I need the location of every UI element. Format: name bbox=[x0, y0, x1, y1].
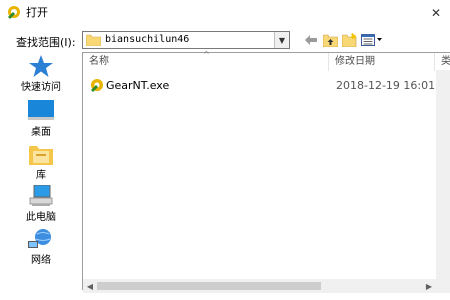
look-in-combobox[interactable]: biansuchilun46 ▼ bbox=[82, 31, 290, 49]
star-icon bbox=[29, 55, 53, 77]
scroll-right-icon[interactable]: ▶ bbox=[422, 279, 436, 293]
file-name: GearNT.exe bbox=[106, 79, 170, 92]
desktop-icon bbox=[28, 100, 54, 120]
scroll-thumb[interactable] bbox=[97, 282, 321, 290]
network-icon bbox=[28, 229, 51, 248]
place-network[interactable]: 网络 bbox=[8, 228, 74, 270]
horizontal-scrollbar[interactable]: ◀ ▶ bbox=[83, 279, 436, 293]
library-icon bbox=[29, 146, 53, 165]
folder-icon bbox=[86, 34, 101, 46]
file-row[interactable]: GearNT.exe 2018-12-19 16:01 bbox=[84, 77, 450, 94]
scroll-corner bbox=[436, 279, 450, 293]
computer-icon bbox=[29, 185, 53, 206]
back-button[interactable] bbox=[304, 31, 318, 49]
up-folder-button[interactable] bbox=[322, 31, 338, 49]
place-label: 快速访问 bbox=[21, 82, 61, 93]
vertical-scrollbar[interactable] bbox=[436, 70, 450, 288]
place-this-pc[interactable]: 此电脑 bbox=[8, 185, 74, 227]
places-bar: 快速访问 桌面 库 此电脑 网络 bbox=[8, 55, 74, 291]
chevron-down-icon[interactable]: ▼ bbox=[274, 32, 289, 48]
back-arrow-icon bbox=[305, 35, 317, 45]
place-label: 桌面 bbox=[31, 127, 51, 138]
view-menu-button[interactable] bbox=[360, 31, 384, 49]
scroll-left-icon[interactable]: ◀ bbox=[83, 279, 97, 293]
file-date: 2018-12-19 16:01 bbox=[336, 79, 436, 92]
column-header-type[interactable]: 类 bbox=[435, 53, 450, 71]
place-label: 此电脑 bbox=[26, 212, 56, 223]
close-button[interactable]: ✕ bbox=[422, 0, 450, 26]
place-label: 网络 bbox=[31, 255, 51, 266]
app-gear-icon bbox=[8, 6, 20, 19]
column-header-date[interactable]: 修改日期 bbox=[329, 53, 435, 71]
up-folder-icon bbox=[322, 34, 338, 47]
look-in-label: 查找范围(I): bbox=[16, 36, 76, 49]
place-library[interactable]: 库 bbox=[8, 143, 74, 185]
place-quick-access[interactable]: 快速访问 bbox=[8, 55, 74, 97]
exe-gear-icon bbox=[91, 79, 103, 92]
look-in-value: biansuchilun46 bbox=[105, 34, 190, 45]
column-header-name[interactable]: 名称 bbox=[83, 53, 329, 71]
window-title: 打开 bbox=[26, 6, 48, 19]
title-bar: 打开 ✕ bbox=[0, 0, 450, 26]
new-folder-button[interactable] bbox=[341, 31, 357, 49]
close-icon: ✕ bbox=[430, 6, 442, 20]
place-label: 库 bbox=[36, 170, 46, 181]
view-menu-icon bbox=[361, 34, 382, 46]
file-list[interactable]: ^ 名称 修改日期 类 GearNT.exe 2018-12-19 16:01 bbox=[82, 50, 450, 290]
new-folder-icon bbox=[341, 33, 357, 47]
place-desktop[interactable]: 桌面 bbox=[8, 100, 74, 142]
